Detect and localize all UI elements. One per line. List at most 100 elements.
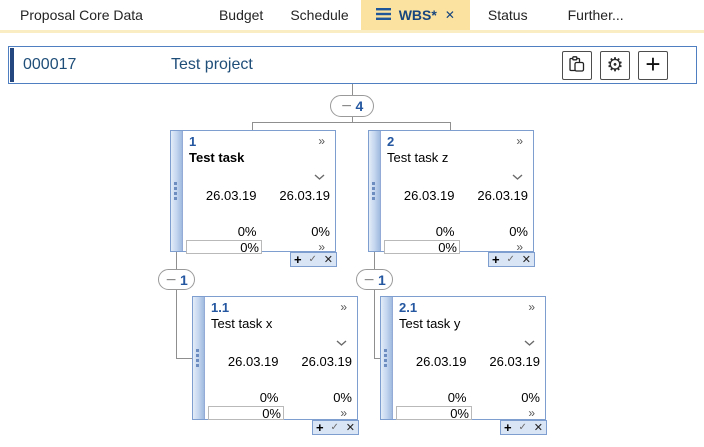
- project-header: 000017 Test project ⚙ +: [8, 46, 697, 84]
- task-id: 2.1: [399, 300, 417, 315]
- percent-input[interactable]: 0%: [396, 406, 472, 420]
- more-icon[interactable]: »: [284, 406, 357, 420]
- task-id: 1: [189, 134, 196, 149]
- confirm-icon[interactable]: ✓: [506, 255, 514, 265]
- active-tab-underline: [0, 30, 704, 33]
- grip-dots-icon: [372, 182, 375, 185]
- task-node-body: 2 » Test task z 26.03.19 26.03.19 0% 0% …: [380, 131, 533, 251]
- connector-line: [352, 84, 353, 95]
- connector-line: [176, 358, 192, 359]
- add-child-icon[interactable]: +: [492, 253, 500, 266]
- tab-proposal-core-data[interactable]: Proposal Core Data: [20, 7, 143, 23]
- delete-icon[interactable]: ✕: [346, 422, 355, 433]
- gear-icon: ⚙: [606, 56, 623, 75]
- minus-icon: −: [363, 273, 375, 287]
- chevron-down-icon[interactable]: [512, 168, 523, 183]
- percent-input[interactable]: 0%: [186, 240, 262, 254]
- connector-line: [374, 252, 375, 269]
- delete-icon[interactable]: ✕: [324, 254, 333, 265]
- percent-value: 0%: [204, 390, 281, 406]
- project-number: 000017: [23, 56, 76, 74]
- menu-icon[interactable]: [376, 7, 391, 23]
- add-child-icon[interactable]: +: [316, 421, 324, 434]
- tab-schedule[interactable]: Schedule: [290, 7, 348, 23]
- node-action-strip: + ✓ ✕: [488, 252, 535, 267]
- child-count: 1: [180, 273, 188, 287]
- end-date: 26.03.19: [457, 188, 534, 204]
- node-action-strip: + ✓ ✕: [500, 420, 547, 435]
- task-name: Test task: [189, 150, 244, 165]
- tab-further[interactable]: Further...: [568, 7, 624, 23]
- end-date: 26.03.19: [259, 188, 336, 204]
- start-date: 26.03.19: [380, 188, 457, 204]
- expand-icon[interactable]: »: [318, 134, 325, 148]
- task-node-body: 1 » Test task 26.03.19 26.03.19 0% 0% 0%…: [182, 131, 335, 251]
- percent-input[interactable]: 0%: [208, 406, 284, 420]
- minus-icon: −: [165, 273, 177, 287]
- percent-value: 0%: [182, 224, 259, 240]
- collapse-toggle-node-1[interactable]: − 1: [158, 269, 195, 290]
- confirm-icon[interactable]: ✓: [330, 423, 338, 433]
- expand-icon[interactable]: »: [340, 300, 347, 314]
- chevron-down-icon[interactable]: [314, 168, 325, 183]
- delete-icon[interactable]: ✕: [522, 254, 531, 265]
- settings-button[interactable]: ⚙: [600, 51, 630, 80]
- expand-icon[interactable]: »: [516, 134, 523, 148]
- task-name: Test task z: [387, 150, 448, 165]
- confirm-icon[interactable]: ✓: [308, 255, 316, 265]
- more-icon[interactable]: »: [472, 406, 545, 420]
- task-node-2[interactable]: 2 » Test task z 26.03.19 26.03.19 0% 0% …: [368, 130, 534, 252]
- percent-value: 0%: [259, 224, 336, 240]
- grip-dots-icon: [196, 349, 199, 352]
- grip-dots-icon: [174, 182, 177, 185]
- percent-input[interactable]: 0%: [384, 240, 460, 254]
- tab-bar: Proposal Core Data Budget Schedule WBS* …: [0, 0, 704, 30]
- connector-line: [176, 290, 177, 358]
- chevron-down-icon[interactable]: [336, 334, 347, 349]
- connector-line: [176, 252, 177, 269]
- end-date: 26.03.19: [281, 354, 358, 370]
- end-date: 26.03.19: [469, 354, 546, 370]
- root-collapse-toggle[interactable]: − 4: [330, 95, 374, 117]
- task-node-body: 2.1 » Test task y 26.03.19 26.03.19 0% 0…: [392, 297, 545, 419]
- expand-icon[interactable]: »: [528, 300, 535, 314]
- connector-line: [450, 122, 451, 130]
- start-date: 26.03.19: [204, 354, 281, 370]
- percent-value: 0%: [469, 390, 546, 406]
- confirm-icon[interactable]: ✓: [518, 423, 526, 433]
- task-node-1-1[interactable]: 1.1 » Test task x 26.03.19 26.03.19 0% 0…: [192, 296, 358, 420]
- chevron-down-icon[interactable]: [524, 334, 535, 349]
- task-node-1[interactable]: 1 » Test task 26.03.19 26.03.19 0% 0% 0%…: [170, 130, 336, 252]
- task-node-body: 1.1 » Test task x 26.03.19 26.03.19 0% 0…: [204, 297, 357, 419]
- add-node-button[interactable]: +: [638, 51, 668, 80]
- node-action-strip: + ✓ ✕: [290, 252, 337, 267]
- task-name: Test task y: [399, 316, 460, 331]
- child-count: 4: [355, 99, 363, 113]
- task-id: 2: [387, 134, 394, 149]
- minus-icon: −: [341, 99, 353, 113]
- close-tab-icon[interactable]: ✕: [445, 8, 455, 22]
- tab-budget[interactable]: Budget: [219, 7, 263, 23]
- task-node-2-1[interactable]: 2.1 » Test task y 26.03.19 26.03.19 0% 0…: [380, 296, 546, 420]
- copy-icon: [568, 55, 586, 76]
- percent-value: 0%: [281, 390, 358, 406]
- add-child-icon[interactable]: +: [294, 253, 302, 266]
- project-accent-bar: [10, 48, 14, 82]
- connector-line: [374, 290, 375, 358]
- collapse-toggle-node-2[interactable]: − 1: [356, 269, 393, 290]
- task-name: Test task x: [211, 316, 272, 331]
- connector-line: [252, 122, 451, 123]
- copy-button[interactable]: [562, 51, 592, 80]
- connector-line: [252, 122, 253, 130]
- percent-value: 0%: [392, 390, 469, 406]
- percent-value: 0%: [457, 224, 534, 240]
- add-child-icon[interactable]: +: [504, 421, 512, 434]
- node-action-strip: + ✓ ✕: [312, 420, 359, 435]
- task-id: 1.1: [211, 300, 229, 315]
- percent-value: 0%: [380, 224, 457, 240]
- tab-wbs-label: WBS*: [399, 7, 437, 23]
- tab-status[interactable]: Status: [488, 7, 528, 23]
- start-date: 26.03.19: [392, 354, 469, 370]
- tab-wbs[interactable]: WBS* ✕: [361, 0, 470, 30]
- delete-icon[interactable]: ✕: [534, 422, 543, 433]
